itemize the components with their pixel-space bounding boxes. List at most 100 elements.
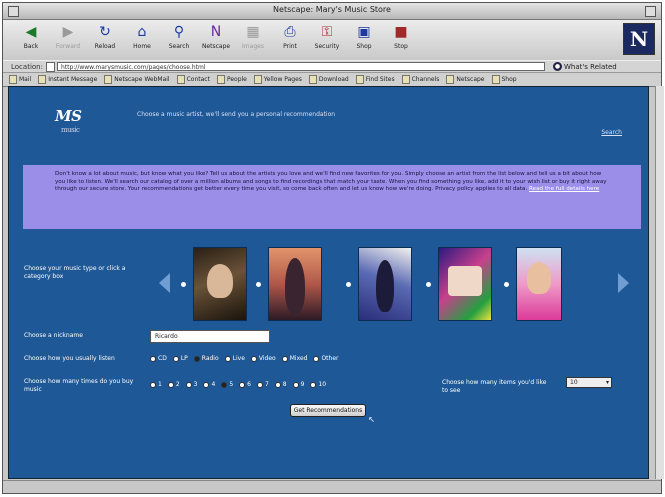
count-select-label: Choose how many items you'd like to see: [442, 379, 547, 394]
bookmark-item[interactable]: Netscape: [446, 75, 485, 84]
listen-radio-label: Video: [258, 355, 276, 362]
artist-thumbnail-3[interactable]: [358, 247, 412, 321]
often-radio-label: 1: [158, 381, 162, 388]
back-button[interactable]: ◀ Back: [17, 24, 45, 50]
radio-circle-icon: [221, 381, 228, 388]
intro-text-line: Your recommendations get better every ti…: [127, 186, 528, 193]
bookmark-item[interactable]: Yellow Pages: [253, 75, 302, 84]
bookmark-label: Yellow Pages: [263, 76, 302, 83]
zoom-box[interactable]: [645, 6, 656, 17]
whats-related-button[interactable]: ● What's Related: [552, 62, 617, 71]
often-label: Choose how many times do you buy music: [24, 378, 134, 393]
submit-button[interactable]: Get Recommendations ↖: [290, 404, 375, 424]
mouse-cursor-icon: ↖: [368, 415, 375, 424]
carousel-next-arrow-icon[interactable]: [618, 273, 629, 293]
often-radio[interactable]: 8: [274, 381, 287, 388]
bullet-icon: [181, 281, 186, 287]
bookmark-item[interactable]: Contact: [176, 75, 210, 84]
bookmark-label: Instant Message: [48, 76, 98, 83]
artist-thumbnail-2[interactable]: [268, 247, 322, 321]
often-radio[interactable]: 10: [310, 381, 326, 388]
print-button[interactable]: ⎙ Print: [276, 24, 304, 50]
site-logo[interactable]: MS music: [55, 109, 82, 137]
security-button[interactable]: ⚿ Security: [313, 24, 341, 50]
shop-button[interactable]: ▣ Shop: [350, 24, 378, 50]
listen-radio[interactable]: CD: [150, 355, 167, 362]
status-bar: [3, 480, 661, 493]
title-bar[interactable]: Netscape: Mary's Music Store: [3, 3, 661, 20]
intro-link[interactable]: Read the full details here: [529, 186, 599, 192]
reload-button[interactable]: ↻ Reload: [91, 24, 119, 50]
bookmark-item[interactable]: Channels: [401, 75, 439, 84]
bookmark-page-icon: [491, 75, 500, 84]
bullet-icon: [426, 281, 431, 287]
vertical-scrollbar[interactable]: [655, 86, 664, 479]
netscape-logo-icon[interactable]: N: [623, 23, 655, 55]
often-radio-label: 3: [193, 381, 198, 388]
listen-radio[interactable]: Mixed: [281, 355, 307, 362]
stop-button[interactable]: ■ Stop: [387, 24, 415, 50]
often-radio[interactable]: 3: [185, 381, 198, 388]
bookmark-item[interactable]: People: [216, 75, 247, 84]
often-radio[interactable]: 4: [203, 381, 215, 388]
bookmark-label: Shop: [501, 76, 517, 83]
often-radio[interactable]: 1: [150, 381, 162, 388]
radio-circle-icon: [150, 381, 156, 388]
bookmark-item[interactable]: Shop: [491, 75, 517, 84]
listen-radio[interactable]: Other: [313, 355, 339, 362]
bullet-icon: [346, 281, 351, 287]
listen-radio[interactable]: LP: [172, 355, 188, 362]
artist-carousel: [159, 247, 629, 323]
bookmark-item[interactable]: Mail: [9, 75, 31, 84]
artist-thumbnail-4[interactable]: [438, 247, 492, 321]
often-radio[interactable]: 9: [292, 381, 305, 388]
images-button[interactable]: ▦ Images: [239, 24, 267, 50]
bookmark-item[interactable]: Download: [308, 75, 349, 84]
often-radio-label: 9: [300, 381, 305, 388]
header-link[interactable]: Search: [601, 129, 622, 136]
reload-icon: ↻: [99, 24, 111, 40]
bookmark-item[interactable]: Instant Message: [38, 75, 97, 84]
bookmark-page-icon: [38, 75, 47, 84]
bookmark-page-icon: [216, 75, 225, 84]
often-radio[interactable]: 6: [239, 381, 251, 388]
home-button[interactable]: ⌂ Home: [128, 24, 156, 50]
often-radio[interactable]: 5: [221, 381, 233, 388]
often-radio-label: 10: [318, 381, 327, 388]
intro-text-line: Don't know a lot about music, but know w…: [55, 171, 404, 177]
url-field[interactable]: http://www.marysmusic.com/pages/choose.h…: [56, 62, 545, 71]
bookmark-label: Mail: [19, 76, 32, 83]
often-radio[interactable]: 7: [256, 381, 269, 388]
radio-circle-icon: [193, 355, 200, 362]
carousel-prev-arrow-icon[interactable]: [159, 273, 170, 293]
print-icon: ⎙: [284, 24, 296, 40]
often-radio[interactable]: 2: [167, 381, 180, 388]
bookmark-item[interactable]: Netscape WebMail: [104, 75, 170, 84]
count-select[interactable]: 10 ▾: [566, 377, 612, 388]
bookmark-page-icon: [308, 75, 317, 84]
listen-radio[interactable]: Live: [224, 355, 245, 362]
forward-button[interactable]: ▶ Forward: [54, 24, 82, 50]
netscape-icon: N: [210, 24, 222, 40]
radio-circle-icon: [167, 381, 174, 388]
search-button[interactable]: ⚲ Search: [165, 24, 193, 50]
listen-radio[interactable]: Video: [250, 355, 276, 362]
bookmark-label: Netscape: [456, 76, 485, 83]
listen-radio-label: Live: [232, 355, 245, 362]
shop-icon: ▣: [357, 24, 371, 40]
nickname-input[interactable]: Ricardo: [150, 330, 270, 343]
toolbar-button-label: Stop: [394, 43, 408, 50]
often-radio-label: 7: [264, 381, 269, 388]
netscape-button[interactable]: N Netscape: [202, 24, 230, 50]
back-arrow-icon: ◀: [25, 24, 37, 40]
bookmark-item[interactable]: Find Sites: [355, 75, 395, 84]
bookmark-label: Contact: [186, 76, 210, 83]
listen-label: Choose how you usually listen: [24, 355, 115, 362]
artist-thumbnail-1[interactable]: [193, 247, 247, 321]
artist-thumbnail-5[interactable]: [516, 247, 562, 321]
radio-circle-icon: [239, 381, 246, 388]
listen-radio[interactable]: Radio: [193, 355, 219, 362]
bookmark-page-icon: [401, 75, 410, 84]
page-proxy-icon[interactable]: [45, 61, 55, 72]
radio-circle-icon: [150, 355, 156, 362]
